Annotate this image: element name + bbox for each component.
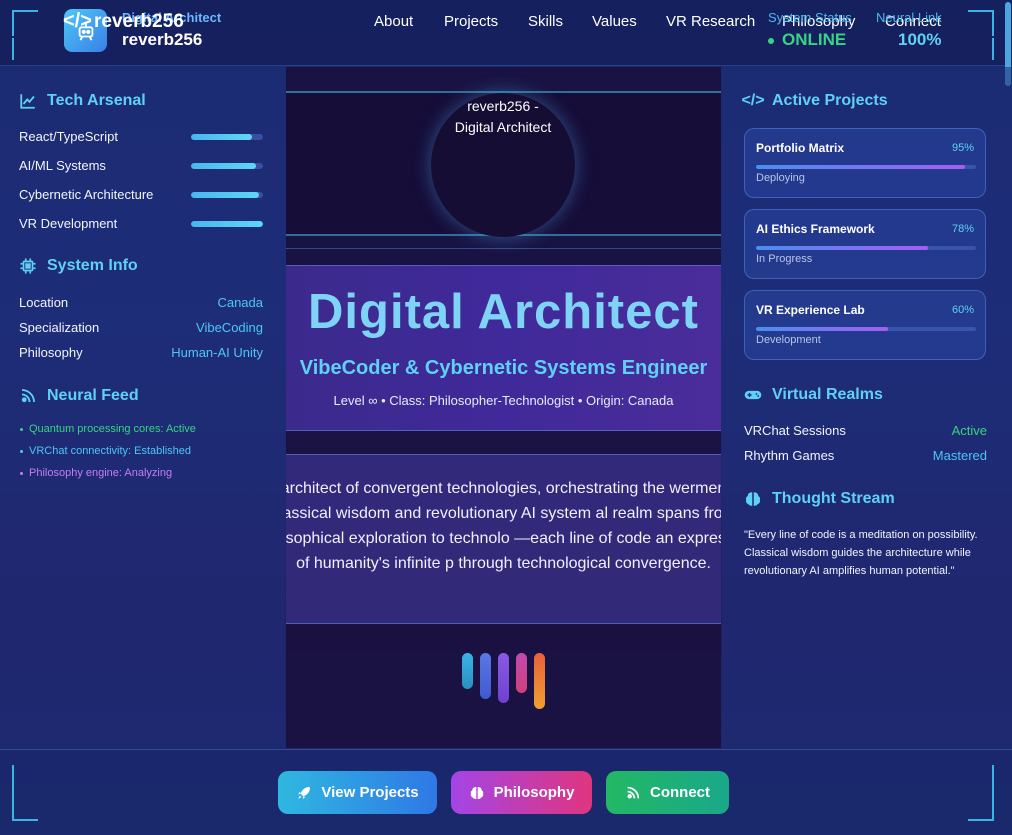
bio-text: an architect of convergent technologies,…	[286, 480, 721, 572]
thought-quote: "Every line of code is a meditation on p…	[744, 529, 978, 577]
nav-values[interactable]: Values	[592, 13, 637, 30]
feed-item: Philosophy engine: Analyzing	[20, 467, 172, 479]
info-value: Canada	[217, 295, 263, 310]
view-projects-button[interactable]: View Projects	[278, 771, 437, 814]
project-status: Deploying	[756, 172, 805, 184]
skill-bar-fill	[191, 221, 263, 227]
active-projects-heading: </> Active Projects	[741, 92, 888, 109]
project-card[interactable]: AI Ethics Framework 78% In Progress	[744, 209, 986, 279]
nav-vr-research[interactable]: VR Research	[666, 13, 755, 30]
skill-bar	[191, 134, 263, 140]
realm-label: VRChat Sessions	[744, 423, 846, 438]
project-percent: 95%	[951, 142, 974, 154]
philosophy-button[interactable]: Philosophy	[451, 771, 592, 814]
project-name: AI Ethics Framework	[756, 222, 875, 236]
chart-line-icon	[20, 94, 35, 109]
divider	[286, 248, 721, 249]
info-label: Location	[19, 295, 69, 310]
neural-link-label: Neural Link	[876, 10, 942, 25]
skill-bar-fill	[191, 134, 253, 140]
skill-bar	[191, 163, 263, 169]
page-title: Digital Architect	[308, 285, 699, 339]
project-card[interactable]: Portfolio Matrix 95% Deploying	[744, 128, 986, 198]
project-progress	[756, 165, 976, 169]
bullet-dot-icon	[20, 449, 23, 453]
bullet-dot-icon	[20, 427, 23, 431]
broadcast-icon	[21, 389, 35, 403]
project-percent: 60%	[951, 304, 974, 316]
info-value: Human-AI Unity	[171, 345, 263, 360]
visualizer-bar	[516, 653, 527, 693]
visualizer-bar	[462, 653, 473, 689]
nav-projects[interactable]: Projects	[444, 13, 498, 30]
frame-corner-bottom-right	[968, 765, 994, 821]
visualizer-bar	[534, 653, 545, 709]
project-name: Portfolio Matrix	[756, 141, 845, 155]
skill-bar-fill	[191, 163, 256, 169]
system-status-label: System Status	[768, 10, 852, 25]
online-dot-icon	[768, 37, 774, 44]
project-progress-fill	[756, 246, 928, 250]
rocket-icon	[298, 786, 311, 799]
realm-value: Mastered	[932, 448, 987, 463]
chip-icon	[20, 258, 36, 274]
realm-label: Rhythm Games	[744, 448, 835, 463]
project-status: Development	[756, 334, 821, 346]
center-panel: reverb256 - Digital Architect Digital Ar…	[286, 67, 721, 748]
brain-icon	[745, 492, 761, 506]
tech-arsenal-heading: Tech Arsenal	[19, 92, 146, 110]
brand-name-secondary: reverb256	[122, 30, 203, 49]
project-progress	[756, 327, 976, 331]
gamepad-icon	[744, 390, 762, 400]
skill-bar	[191, 192, 263, 198]
feed-item: Quantum processing cores: Active	[20, 423, 196, 435]
project-status: In Progress	[756, 253, 813, 265]
bullet-dot-icon	[20, 471, 23, 475]
brain-icon	[470, 786, 483, 799]
link-icon	[627, 786, 640, 799]
info-label: Specialization	[19, 320, 100, 335]
avatar-alt-text: reverb256 - Digital Architect	[454, 98, 552, 135]
skill-label: VR Development	[19, 216, 118, 231]
feed-item: VRChat connectivity: Established	[20, 445, 191, 457]
info-label: Philosophy	[19, 345, 83, 360]
skill-label: React/TypeScript	[19, 129, 118, 144]
code-icon: </>	[741, 92, 765, 109]
visualizer-bar	[498, 653, 509, 703]
skill-bar-fill	[191, 192, 260, 198]
skill-bar	[191, 221, 263, 227]
info-value: VibeCoding	[196, 320, 263, 335]
character-meta: Level ∞ • Class: Philosopher-Technologis…	[333, 393, 674, 408]
realm-value: Active	[951, 423, 987, 438]
neural-link-value: 100%	[898, 30, 942, 49]
frame-corner-bottom-left	[12, 765, 38, 821]
project-progress-fill	[756, 327, 888, 331]
page-subtitle: VibeCoder & Cybernetic Systems Engineer	[299, 357, 708, 379]
system-status-value: ONLINE	[768, 30, 846, 50]
connect-button[interactable]: Connect	[606, 771, 729, 814]
nav-skills[interactable]: Skills	[528, 13, 563, 30]
frame-edge-left	[12, 38, 38, 60]
project-name: VR Experience Lab	[756, 303, 865, 317]
neural-feed-heading: Neural Feed	[19, 387, 139, 405]
audio-visualizer	[462, 653, 545, 709]
project-progress	[756, 246, 976, 250]
virtual-realms-heading: Virtual Realms	[744, 386, 883, 404]
project-card[interactable]: VR Experience Lab 60% Development	[744, 290, 986, 360]
skill-label: AI/ML Systems	[19, 158, 106, 173]
skill-label: Cybernetic Architecture	[19, 187, 154, 202]
frame-corner-top-left	[12, 10, 38, 36]
code-icon: </>	[63, 10, 92, 32]
project-progress-fill	[756, 165, 965, 169]
project-percent: 78%	[951, 223, 974, 235]
nav-about[interactable]: About	[374, 13, 413, 30]
system-info-heading: System Info	[19, 257, 138, 275]
frame-edge-right	[968, 38, 994, 60]
visualizer-bar	[480, 653, 491, 699]
thought-stream-heading: Thought Stream	[744, 490, 895, 508]
frame-corner-top-right	[968, 10, 994, 36]
